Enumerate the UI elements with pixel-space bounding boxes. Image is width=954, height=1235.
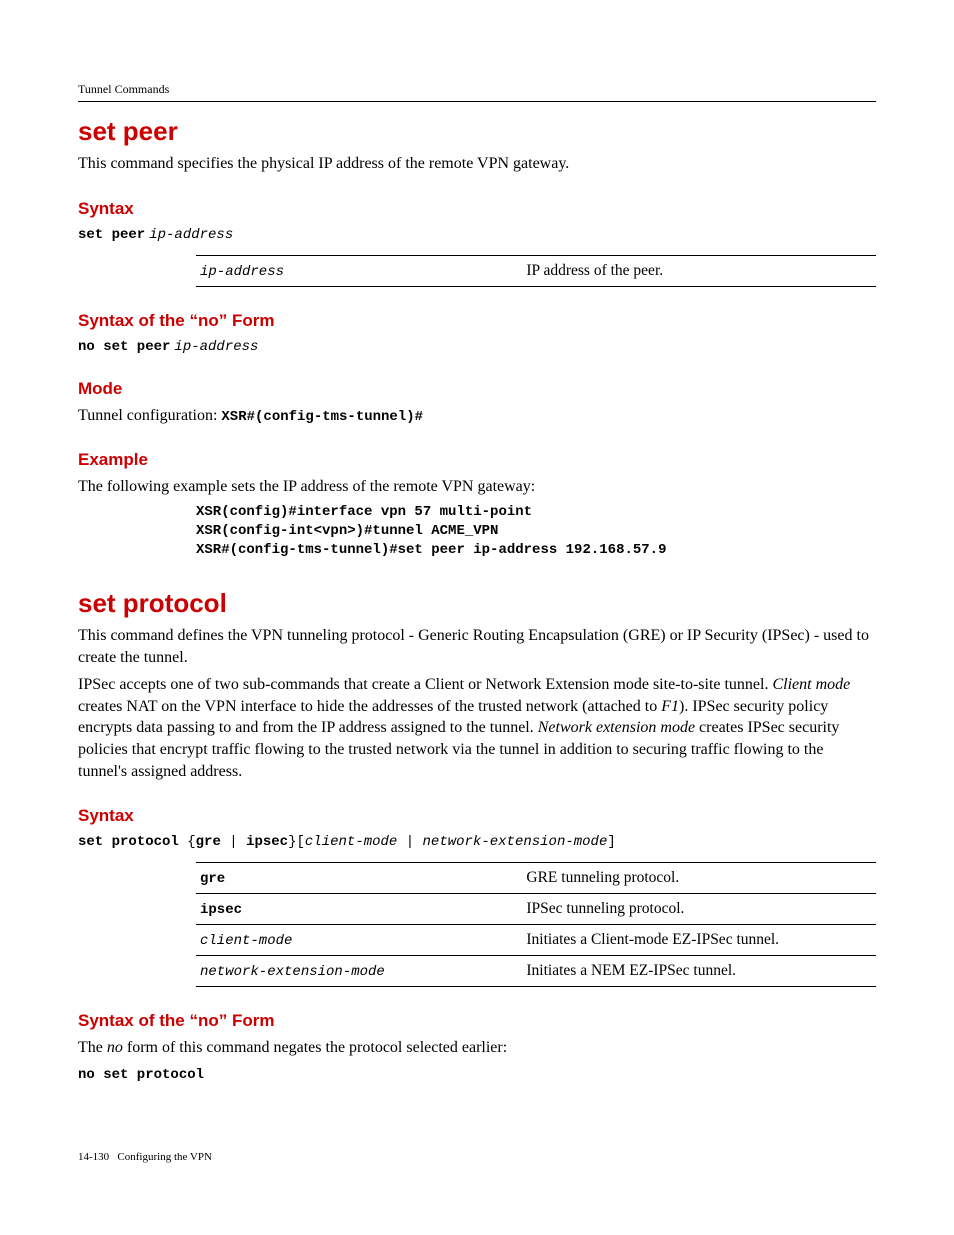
syntax-part: gre <box>196 834 221 850</box>
p2-italic: Client mode <box>772 676 850 693</box>
param-desc: GRE tunneling protocol. <box>522 863 876 894</box>
param-desc: Initiates a NEM EZ-IPSec tunnel. <box>522 956 876 987</box>
p2-italic: F1 <box>661 698 679 715</box>
noform-line: no set peer ip-address <box>78 337 876 355</box>
mode-heading: Mode <box>78 379 876 399</box>
syntax-part: client-mode | network-extension-mode <box>305 834 607 850</box>
intro-set-protocol-p2: IPSec accepts one of two sub-commands th… <box>78 674 876 782</box>
running-header: Tunnel Commands <box>78 82 876 97</box>
mode-line: Tunnel configuration: XSR#(config-tms-tu… <box>78 405 876 427</box>
param-name: network-extension-mode <box>200 964 385 980</box>
param-name: client-mode <box>200 933 292 949</box>
table-row: gre GRE tunneling protocol. <box>196 863 876 894</box>
example-line: XSR(config)#interface vpn 57 multi-point <box>196 504 876 520</box>
page-number: 14-130 <box>78 1151 109 1163</box>
param-table-set-protocol: gre GRE tunneling protocol. ipsec IPSec … <box>196 862 876 987</box>
noform-intro: The no form of this command negates the … <box>78 1037 876 1059</box>
syntax-line-2: set protocol {gre | ipsec}[client-mode |… <box>78 832 876 850</box>
example-block: XSR(config)#interface vpn 57 multi-point… <box>196 504 876 558</box>
noform-cmd: no set peer <box>78 339 170 355</box>
header-rule <box>78 101 876 102</box>
example-intro: The following example sets the IP addres… <box>78 476 876 498</box>
noform-intro-text: form of this command negates the protoco… <box>123 1039 507 1056</box>
param-desc: Initiates a Client-mode EZ-IPSec tunnel. <box>522 925 876 956</box>
syntax-part: }[ <box>288 834 305 850</box>
syntax-part: | <box>221 834 246 850</box>
syntax-heading-2: Syntax <box>78 806 876 826</box>
table-row: client-mode Initiates a Client-mode EZ-I… <box>196 925 876 956</box>
param-desc: IPSec tunneling protocol. <box>522 894 876 925</box>
param-name: ip-address <box>200 264 284 280</box>
table-row: ipsec IPSec tunneling protocol. <box>196 894 876 925</box>
syntax-part: ipsec <box>246 834 288 850</box>
noform-heading: Syntax of the “no” Form <box>78 311 876 331</box>
syntax-cmd: set peer <box>78 227 145 243</box>
syntax-part: { <box>179 834 196 850</box>
noform-arg: ip-address <box>174 339 258 355</box>
p2-text: creates NAT on the VPN interface to hide… <box>78 698 661 715</box>
param-desc: IP address of the peer. <box>522 255 876 286</box>
command-title-set-peer: set peer <box>78 116 876 147</box>
command-title-set-protocol: set protocol <box>78 588 876 619</box>
param-name: ipsec <box>200 902 242 918</box>
syntax-arg: ip-address <box>149 227 233 243</box>
noform-line-2: no set protocol <box>78 1065 876 1083</box>
syntax-part: ] <box>607 834 615 850</box>
mode-label: Tunnel configuration: <box>78 407 221 424</box>
example-line: XSR(config-int<vpn>)#tunnel ACME_VPN <box>196 523 876 539</box>
param-name: gre <box>200 871 225 887</box>
syntax-heading: Syntax <box>78 199 876 219</box>
noform-cmd: no set protocol <box>78 1067 204 1083</box>
chapter-title: Configuring the VPN <box>117 1151 212 1163</box>
noform-intro-text: The <box>78 1039 107 1056</box>
param-table-set-peer: ip-address IP address of the peer. <box>196 255 876 287</box>
p2-italic: Network extension mode <box>538 719 695 736</box>
syntax-line: set peer ip-address <box>78 225 876 243</box>
p2-text: IPSec accepts one of two sub-commands th… <box>78 676 772 693</box>
page-footer: 14-130 Configuring the VPN <box>78 1151 212 1163</box>
syntax-part: set protocol <box>78 834 179 850</box>
example-line: XSR#(config-tms-tunnel)#set peer ip-addr… <box>196 542 876 558</box>
page: Tunnel Commands set peer This command sp… <box>0 0 954 1235</box>
table-row: ip-address IP address of the peer. <box>196 255 876 286</box>
intro-set-protocol-p1: This command defines the VPN tunneling p… <box>78 625 876 668</box>
mode-code: XSR#(config-tms-tunnel)# <box>221 409 423 425</box>
intro-set-peer: This command specifies the physical IP a… <box>78 153 876 175</box>
example-heading: Example <box>78 450 876 470</box>
table-row: network-extension-mode Initiates a NEM E… <box>196 956 876 987</box>
noform-intro-italic: no <box>107 1039 123 1056</box>
noform-heading-2: Syntax of the “no” Form <box>78 1011 876 1031</box>
